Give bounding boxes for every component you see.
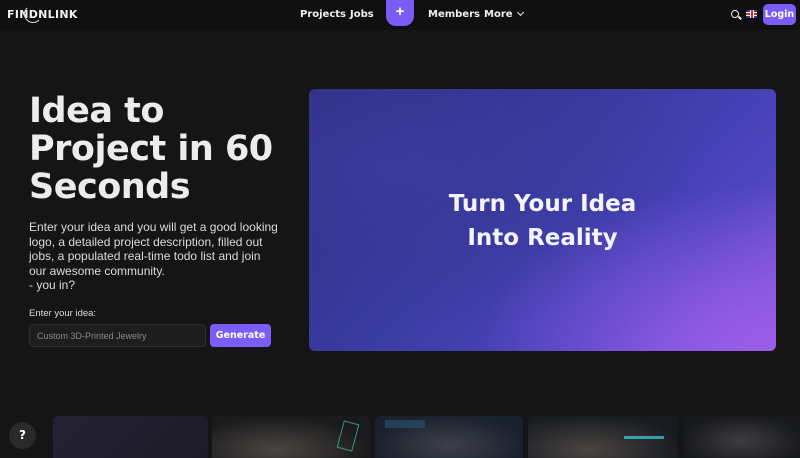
generate-button[interactable]: Generate bbox=[210, 324, 271, 347]
hero-description-line: - you in? bbox=[29, 278, 76, 292]
hero-description-line: jobs, a populated real-time todo list an… bbox=[29, 249, 261, 263]
hero-title: Idea to Project in 60 Seconds bbox=[29, 91, 273, 207]
hero-description-line: logo, a detailed project description, fi… bbox=[29, 234, 263, 249]
nav-link-members[interactable]: Members bbox=[428, 9, 480, 20]
hero-video-card[interactable]: Turn Your Idea Into Reality bbox=[309, 89, 776, 351]
project-thumbnails bbox=[0, 416, 800, 458]
hero-description-line: Enter your idea and you will get a good … bbox=[29, 220, 278, 234]
more-label: More bbox=[484, 9, 513, 20]
project-thumbnail[interactable] bbox=[684, 416, 800, 458]
hero-description-line: our awesome community. bbox=[29, 263, 165, 278]
create-project-button[interactable]: + bbox=[386, 0, 414, 26]
project-thumbnail[interactable] bbox=[53, 416, 208, 458]
top-nav: FINDNLINK Projects Jobs + Members More L… bbox=[0, 0, 800, 30]
idea-input[interactable] bbox=[29, 324, 206, 347]
idea-input-label: Enter your idea: bbox=[29, 308, 97, 319]
nav-link-projects[interactable]: Projects bbox=[300, 9, 346, 20]
project-thumbnail[interactable] bbox=[212, 416, 371, 458]
project-thumbnail[interactable] bbox=[528, 416, 678, 458]
chevron-down-icon bbox=[516, 8, 524, 17]
hero-card-text: Turn Your Idea Into Reality bbox=[309, 187, 776, 255]
hero-card-line: Into Reality bbox=[467, 225, 618, 251]
project-thumbnail[interactable] bbox=[375, 416, 523, 458]
hero-card-line: Turn Your Idea bbox=[448, 191, 637, 217]
nav-link-more[interactable]: More bbox=[484, 8, 524, 20]
help-button[interactable]: ? bbox=[9, 422, 36, 449]
search-icon[interactable] bbox=[731, 10, 739, 18]
logo[interactable]: FINDNLINK bbox=[7, 8, 78, 21]
uk-flag-icon[interactable] bbox=[746, 10, 757, 18]
logo-ring-icon bbox=[24, 5, 42, 23]
hero-description: Enter your idea and you will get a good … bbox=[29, 220, 279, 293]
nav-link-jobs[interactable]: Jobs bbox=[350, 9, 374, 20]
login-button[interactable]: Login bbox=[763, 4, 796, 25]
